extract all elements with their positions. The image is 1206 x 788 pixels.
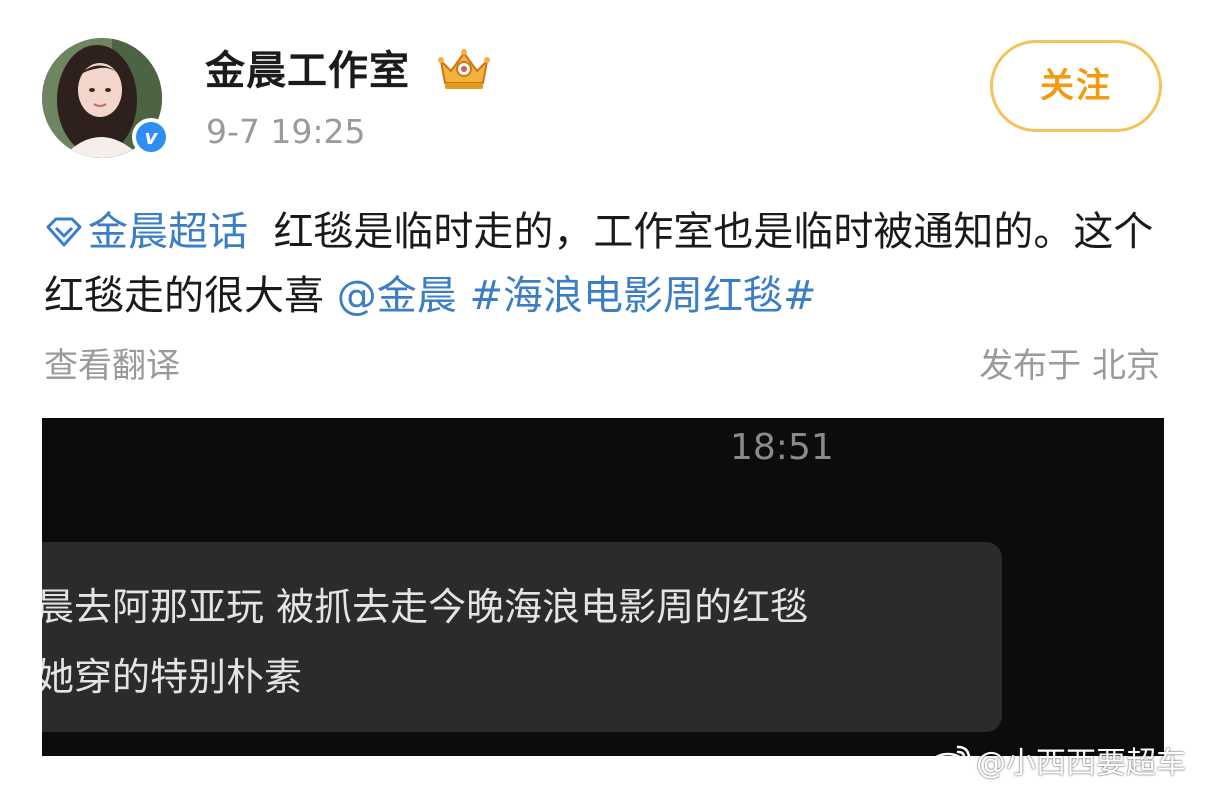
diamond-supertopic-icon bbox=[46, 217, 82, 247]
supertopic-label[interactable]: 金晨超话 bbox=[88, 209, 248, 255]
translate-link[interactable]: 查看翻译 bbox=[44, 344, 180, 388]
attached-chat-screenshot[interactable]: 18:51 晨去阿那亚玩 被抓去走今晚海浪电影周的红毯 她穿的特别朴素 bbox=[42, 418, 1164, 756]
chat-bubble bbox=[42, 542, 1002, 732]
verified-v-icon: v bbox=[132, 118, 170, 156]
post-location: 发布于 北京 bbox=[979, 346, 1160, 386]
chat-message-line: 晨去阿那亚玩 被抓去走今晚海浪电影周的红毯 bbox=[42, 585, 809, 629]
author-name[interactable]: 金晨工作室 bbox=[205, 45, 410, 97]
mention-link[interactable]: @金晨 bbox=[337, 273, 457, 319]
post-timestamp: 9-7 19:25 bbox=[206, 112, 366, 151]
chat-timestamp: 18:51 bbox=[730, 427, 834, 468]
weibo-post: v 金晨工作室 9-7 19:25 关注 金晨超话 红毯是临时走的，工作室也是临… bbox=[0, 0, 1206, 788]
follow-button[interactable]: 关注 bbox=[990, 40, 1162, 132]
supertopic-link[interactable]: 金晨超话 bbox=[44, 209, 248, 255]
crown-icon bbox=[438, 49, 490, 89]
weibo-logo-icon bbox=[929, 745, 971, 778]
hashtag-link[interactable]: #海浪电影周红毯# bbox=[469, 273, 816, 319]
chat-message-line: 她穿的特别朴素 bbox=[42, 655, 303, 699]
watermark: @小西西要超车 bbox=[928, 740, 1186, 781]
avatar[interactable]: v bbox=[42, 38, 170, 158]
watermark-text: @小西西要超车 bbox=[976, 746, 1186, 781]
post-body: 金晨超话 红毯是临时走的，工作室也是临时被通知的。这个红毯走的很大喜 @金晨 #… bbox=[44, 200, 1174, 328]
